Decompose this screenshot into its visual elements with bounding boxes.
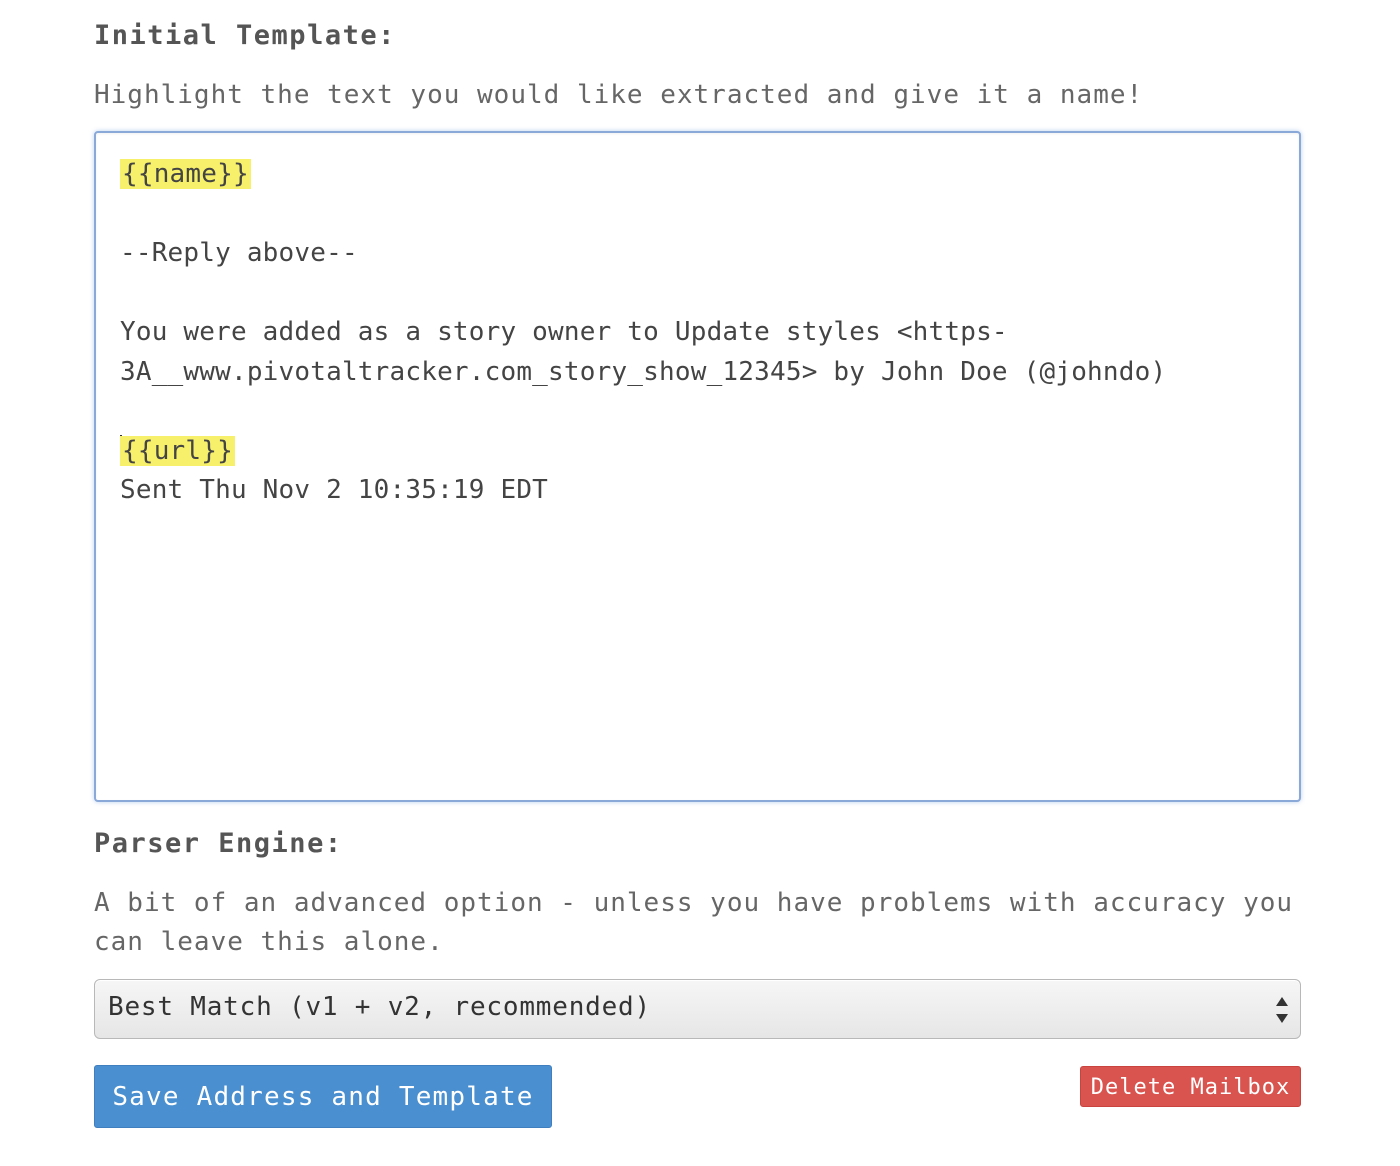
chevron-down-icon	[1276, 1014, 1288, 1023]
parser-engine-selected-value: Best Match (v1 + v2, recommended)	[108, 992, 651, 1022]
template-editor-content[interactable]: {{name}} --Reply above-- You were added …	[120, 155, 1279, 511]
initial-template-heading: Initial Template:	[94, 20, 396, 51]
template-line: {{name}}	[120, 155, 1279, 195]
url-placeholder-highlight[interactable]: {{url}}	[120, 435, 235, 466]
template-line: You were added as a story owner to Updat…	[120, 317, 1008, 347]
template-line: Sent Thu Nov 2 10:35:19 EDT	[120, 475, 549, 505]
save-address-and-template-button[interactable]: Save Address and Template	[94, 1065, 552, 1128]
parser-engine-help: A bit of an advanced option - unless you…	[94, 888, 1294, 957]
template-line: 3A__www.pivotaltracker.com_story_show_12…	[120, 356, 1167, 387]
select-updown-icon	[1276, 997, 1288, 1023]
delete-mailbox-button[interactable]: Delete Mailbox	[1080, 1066, 1301, 1107]
template-line: {{url}}	[120, 432, 1279, 472]
parser-engine-select[interactable]: Best Match (v1 + v2, recommended)	[94, 979, 1301, 1039]
initial-template-help: Highlight the text you would like extrac…	[94, 80, 1144, 110]
chevron-up-icon	[1276, 997, 1288, 1006]
template-line	[120, 274, 1279, 314]
template-line	[120, 195, 1279, 235]
template-line: --Reply above--	[120, 238, 358, 268]
name-placeholder-highlight[interactable]: {{name}}	[120, 159, 251, 189]
template-editor[interactable]: {{name}} --Reply above-- You were added …	[94, 131, 1301, 802]
template-line	[120, 392, 1279, 432]
parser-engine-heading: Parser Engine:	[94, 828, 343, 859]
